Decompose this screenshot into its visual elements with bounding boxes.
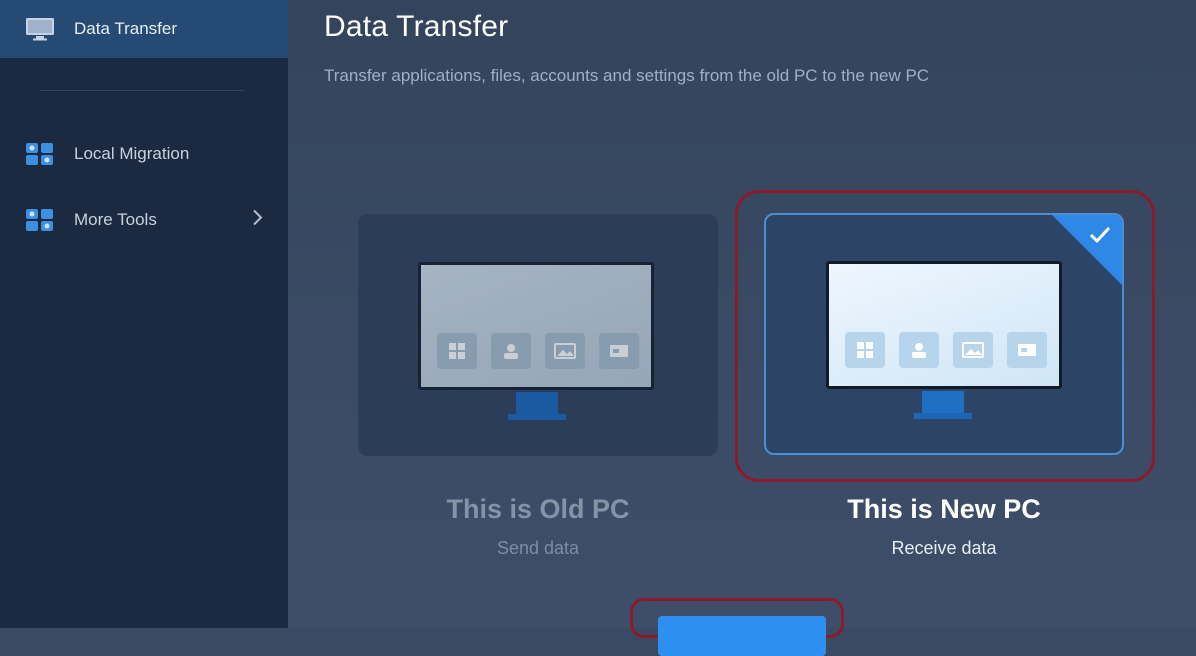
check-icon (1088, 225, 1112, 250)
file-icon (599, 333, 639, 369)
monitor-screen (826, 261, 1062, 389)
page-subtitle: Transfer applications, files, accounts a… (324, 66, 930, 85)
sidebar-item-label: Local Migration (74, 144, 190, 163)
sidebar-item-local-migration[interactable]: Local Migration (0, 125, 288, 183)
monitor-stand (516, 392, 558, 416)
monitor-base (914, 413, 972, 419)
sidebar-item-label: More Tools (74, 210, 157, 229)
new-pc-card[interactable] (764, 213, 1124, 455)
sidebar-item-data-transfer[interactable]: Data Transfer (0, 0, 288, 58)
user-icon (491, 333, 531, 369)
old-pc-card[interactable] (358, 214, 718, 456)
user-icon (899, 332, 939, 368)
chevron-right-icon (252, 209, 264, 232)
tools-icon (24, 207, 56, 233)
sidebar-divider (40, 90, 244, 91)
apps-icon (437, 333, 477, 369)
migration-icon (24, 141, 56, 167)
sidebar: Data Transfer Local Migration More Tools (0, 0, 288, 628)
new-pc-sublabel: Receive data (891, 538, 997, 558)
new-pc-label: This is New PC (847, 494, 1041, 524)
file-icon (1007, 332, 1047, 368)
monitor-stand (922, 391, 964, 415)
main-panel: Data Transfer Transfer applications, fil… (288, 0, 1196, 628)
page-title: Data Transfer (324, 10, 509, 43)
sidebar-item-label: Data Transfer (74, 19, 177, 38)
apps-icon (845, 332, 885, 368)
sidebar-item-more-tools[interactable]: More Tools (0, 191, 288, 249)
monitor-icon (24, 16, 56, 42)
old-pc-label: This is Old PC (446, 494, 630, 524)
next-button[interactable] (658, 616, 826, 656)
monitor-base (508, 414, 566, 420)
image-icon (953, 332, 993, 368)
image-icon (545, 333, 585, 369)
old-pc-sublabel: Send data (496, 538, 580, 558)
monitor-screen (418, 262, 654, 390)
